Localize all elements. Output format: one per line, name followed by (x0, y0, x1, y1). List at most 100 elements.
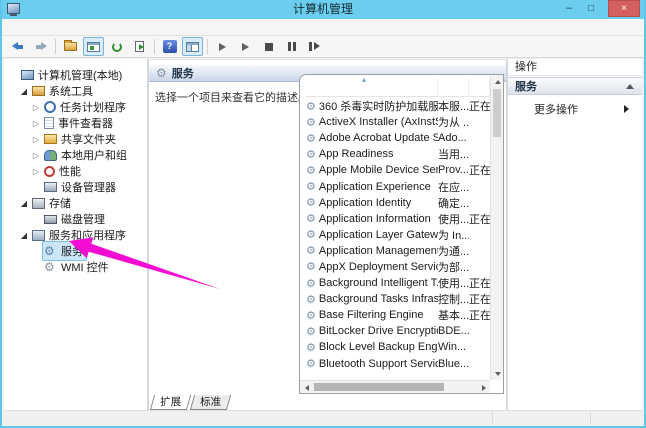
tree-item-icon (44, 117, 54, 129)
service-name: App Readiness (319, 148, 394, 160)
service-name-cell: 360 杀毒实时防护加载服务 (306, 98, 438, 114)
start-service-alt-button[interactable] (235, 37, 256, 56)
service-description: Prov... (438, 164, 469, 176)
view-tab-label: 扩展 (160, 395, 181, 409)
service-name-cell: BitLocker Drive Encryptio... (306, 325, 438, 338)
service-row[interactable]: AppX Deployment Servic... 为部... (306, 259, 490, 275)
tree-item-icon (32, 230, 45, 241)
scroll-down-icon[interactable] (491, 367, 504, 380)
service-name-cell: AppX Deployment Servic... (306, 260, 438, 273)
view-tab[interactable]: 扩展 (150, 395, 191, 410)
forward-button[interactable] (30, 37, 51, 56)
resume-icon (309, 42, 320, 51)
view-tab[interactable]: 标准 (190, 395, 231, 410)
service-row[interactable]: Background Intelligent T... 使用... 正在... (306, 275, 490, 291)
tree-item-icon (44, 261, 57, 273)
tree-item[interactable]: 设备管理器 (4, 179, 147, 195)
tree-item-icon (44, 150, 57, 161)
tree-item-icon (44, 166, 55, 177)
service-row[interactable]: Application Information 使用... 正在... (306, 211, 490, 227)
help-button[interactable]: ? (159, 37, 180, 56)
tree-expander-icon[interactable] (30, 151, 42, 160)
service-row[interactable]: Apple Mobile Device Ser... Prov... 正在... (306, 162, 490, 178)
service-gear-icon (306, 309, 316, 322)
horizontal-scrollbar[interactable] (300, 380, 490, 393)
horizontal-scrollbar-thumb[interactable] (314, 383, 444, 391)
service-name: Block Level Backup Engi... (319, 341, 438, 353)
stop-service-button[interactable] (258, 37, 279, 56)
tree-expander-icon[interactable] (18, 231, 30, 240)
service-row[interactable]: Application Layer Gatewa... 为 In... (306, 227, 490, 243)
column-header[interactable] (438, 79, 469, 96)
tree-item[interactable]: WMI 控件 (4, 259, 147, 275)
tree-item-selection[interactable]: WMI 控件 (42, 257, 113, 277)
service-gear-icon (306, 148, 316, 161)
export-list-icon (135, 41, 144, 52)
service-row[interactable]: Background Tasks Infras... 控制... 正在... (306, 291, 490, 307)
folder-up-icon (64, 42, 77, 51)
service-description: 为通... (438, 243, 469, 259)
refresh-button[interactable] (106, 37, 127, 56)
service-name-cell: Application Management (306, 244, 438, 257)
tree-expander-icon[interactable] (30, 103, 42, 112)
pause-service-button[interactable] (281, 37, 302, 56)
service-row[interactable]: Block Level Backup Engi... Win... (306, 339, 490, 355)
vertical-scrollbar-thumb[interactable] (493, 89, 501, 137)
view-tabs: 扩展标准 (152, 395, 232, 410)
submenu-arrow-icon (624, 105, 633, 113)
tree-expander-icon[interactable] (18, 87, 30, 96)
play-icon (219, 43, 226, 51)
show-console-window-button[interactable] (83, 37, 104, 56)
service-gear-icon (306, 180, 316, 193)
service-row[interactable]: ActiveX Installer (AxInstSV) 为从 ... (306, 114, 490, 130)
service-name-cell: Application Experience (306, 180, 438, 193)
more-actions-item[interactable]: 更多操作 (508, 99, 642, 119)
collapse-icon[interactable] (626, 80, 634, 89)
export-list-button[interactable] (129, 37, 150, 56)
tree-item-label: WMI 控件 (61, 259, 109, 275)
maximize-button[interactable]: □ (580, 1, 602, 16)
service-name: Adobe Acrobat Update S... (319, 132, 438, 144)
scroll-right-icon[interactable] (477, 381, 490, 394)
back-button[interactable] (7, 37, 28, 56)
tree-item-icon (44, 215, 57, 224)
vertical-scrollbar[interactable] (490, 75, 503, 380)
service-row[interactable]: Bluetooth Support Service Blue... (306, 356, 490, 372)
actions-section-services[interactable]: 服务 (508, 77, 642, 95)
scroll-left-icon[interactable] (300, 381, 313, 394)
tree-expander-icon[interactable] (30, 167, 42, 176)
toolbar-separator (207, 39, 208, 54)
service-row[interactable]: BitLocker Drive Encryptio... BDE... (306, 323, 490, 339)
service-name-cell: Block Level Backup Engi... (306, 341, 438, 354)
scroll-up-icon[interactable] (491, 75, 504, 88)
service-gear-icon (306, 212, 316, 225)
service-name: Base Filtering Engine (319, 309, 424, 321)
titlebar: 计算机管理 – □ × (2, 0, 644, 19)
show-hide-console-tree-button[interactable] (182, 37, 203, 56)
tree-expander-icon[interactable] (18, 199, 30, 208)
tree-expander-icon[interactable] (30, 119, 42, 128)
service-gear-icon (306, 100, 316, 113)
minimize-button[interactable]: – (558, 1, 580, 16)
tree-expander-icon[interactable] (30, 135, 42, 144)
restart-service-button[interactable] (304, 37, 325, 56)
service-row[interactable]: Base Filtering Engine 基本... 正在... (306, 307, 490, 323)
service-description: 在应... (438, 179, 469, 195)
service-row[interactable]: App Readiness 当用... (306, 146, 490, 162)
start-service-button[interactable] (212, 37, 233, 56)
service-gear-icon (306, 164, 316, 177)
service-gear-icon (306, 132, 316, 145)
service-row[interactable]: 360 杀毒实时防护加载服务 本服... 正在... (306, 98, 490, 114)
panel-title: 服务 (172, 65, 194, 81)
close-button[interactable]: × (608, 0, 640, 17)
service-row[interactable]: Adobe Acrobat Update S... Ado... (306, 130, 490, 146)
column-header[interactable] (306, 79, 438, 96)
service-row[interactable]: Application Experience 在应... (306, 178, 490, 194)
service-row[interactable]: Application Identity 确定... (306, 195, 490, 211)
service-description: 使用... (438, 275, 469, 291)
up-one-level-button[interactable] (60, 37, 81, 56)
service-name: AppX Deployment Servic... (319, 261, 438, 273)
status-bar-divider (590, 411, 591, 424)
service-row[interactable]: Application Management 为通... (306, 243, 490, 259)
column-header[interactable] (469, 79, 490, 96)
